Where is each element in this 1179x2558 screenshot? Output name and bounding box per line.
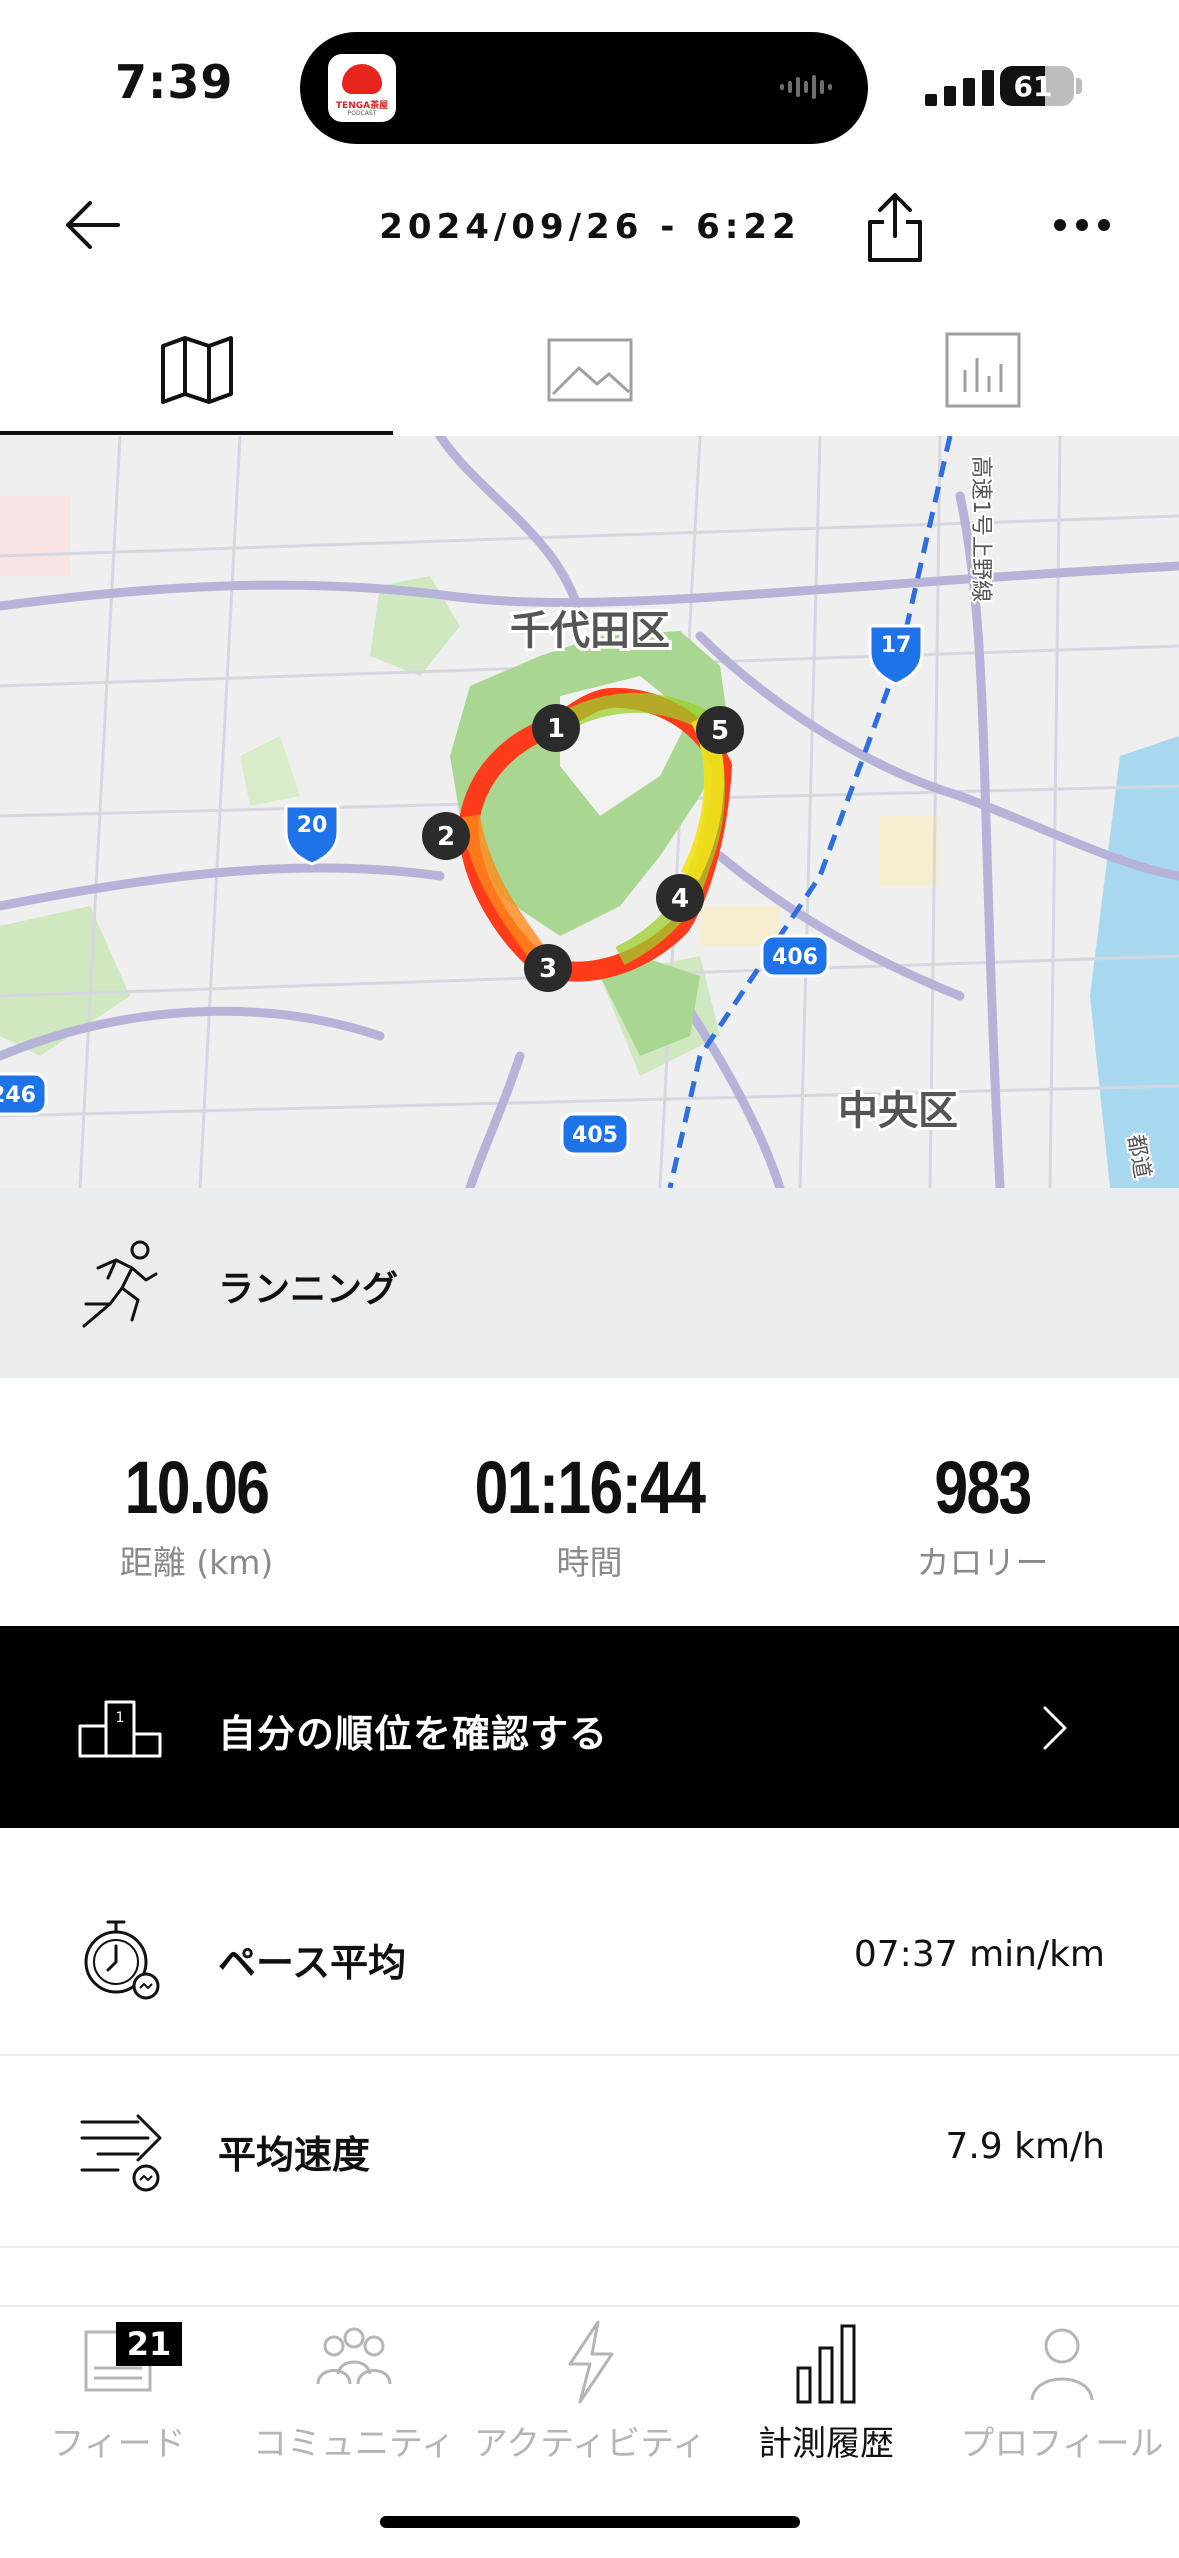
lightning-icon <box>568 2320 614 2404</box>
nav-profile-label: プロフィール <box>960 2424 1164 2464</box>
route-marker-label: 1 <box>547 714 565 744</box>
more-options-icon[interactable] <box>1052 215 1112 235</box>
distance-label: 距離 (km) <box>119 1543 274 1582</box>
route-shield-405: 405 <box>560 1112 630 1156</box>
tab-chart[interactable] <box>786 320 1179 436</box>
podcast-app-sub: PODCAST <box>347 110 377 117</box>
route-shield-label: 406 <box>772 945 818 970</box>
back-arrow-icon[interactable] <box>60 195 130 255</box>
nav-activity-label: アクティビティ <box>473 2424 707 2464</box>
route-map[interactable]: 1 2 3 4 5 17 20 406 405 246 千代田区 中央区 高速1… <box>0 436 1179 1188</box>
activity-type-label: ランニング <box>218 1269 399 1310</box>
route-shield-246: 246 <box>0 1072 48 1116</box>
map-label-chiyoda: 千代田区 <box>510 608 670 654</box>
stat-calories: 983 カロリー <box>786 1445 1179 1584</box>
speed-icon <box>80 2114 162 2192</box>
podium-icon: 1 <box>78 1700 162 1758</box>
tab-map[interactable] <box>0 320 393 436</box>
nav-feed-label: フィード <box>50 2424 186 2464</box>
stat-distance: 10.06 距離 (km) <box>0 1445 393 1584</box>
bar-chart-icon <box>796 2324 856 2404</box>
tab-photo[interactable] <box>393 320 786 436</box>
map-icon <box>160 336 233 404</box>
nav-history-label: 計測履歴 <box>758 2424 894 2464</box>
metric-speed-row: 平均速度 7.9 km/h <box>0 2054 1179 2248</box>
feed-badge: 21 <box>116 2322 182 2366</box>
map-label-expressway: 高速1号上野線 <box>968 456 993 602</box>
battery-cap <box>1076 78 1082 94</box>
calories-value: 983 <box>934 1446 1032 1529</box>
battery-icon: 61 <box>1000 66 1074 106</box>
nav-community-label: コミュニティ <box>253 2424 455 2464</box>
status-time: 7:39 <box>115 55 234 109</box>
photo-icon <box>547 338 632 402</box>
duration-label: 時間 <box>556 1543 623 1582</box>
svg-text:1: 1 <box>116 1710 125 1726</box>
dynamic-island[interactable]: TENGA茶屋 PODCAST <box>300 32 868 144</box>
metric-pace-row: ペース平均 07:37 min/km <box>0 1862 1179 2056</box>
nav-community[interactable]: コミュニティ <box>236 2318 472 2468</box>
route-shield-406: 406 <box>760 934 830 978</box>
nav-history[interactable]: 計測履歴 <box>708 2318 944 2468</box>
route-marker-4: 4 <box>656 874 704 922</box>
route-shield-label: 20 <box>297 813 328 838</box>
metric-pace-name: ペース平均 <box>218 1941 407 1985</box>
stat-duration: 01:16:44 時間 <box>393 1445 786 1584</box>
chevron-right-icon <box>1043 1706 1067 1750</box>
audio-waveform-icon <box>780 75 832 99</box>
nav-activity[interactable]: アクティビティ <box>472 2318 708 2468</box>
metric-pace-value: 07:37 min/km <box>853 1934 1105 1975</box>
share-icon[interactable] <box>862 190 928 264</box>
podcast-app-icon: TENGA茶屋 PODCAST <box>328 54 396 122</box>
route-marker-label: 5 <box>711 716 729 746</box>
route-marker-2: 2 <box>422 812 470 860</box>
active-tab-indicator <box>0 431 393 435</box>
stopwatch-icon <box>84 1920 160 2000</box>
route-shield-label: 246 <box>0 1083 36 1108</box>
route-shield-label: 17 <box>881 633 912 658</box>
map-label-chuo: 中央区 <box>838 1088 958 1134</box>
activity-type-row <box>0 1188 1179 1378</box>
community-icon <box>316 2327 392 2385</box>
metric-speed-name: 平均速度 <box>218 2133 371 2177</box>
route-shield-label: 405 <box>572 1123 618 1148</box>
runner-icon <box>82 1240 158 1328</box>
page-title: 2024/09/26 - 6:22 <box>379 207 801 247</box>
check-rank-label: 自分の順位を確認する <box>218 1712 609 1756</box>
calories-label: カロリー <box>916 1543 1049 1582</box>
route-marker-1: 1 <box>532 704 580 752</box>
metric-speed-value: 7.9 km/h <box>945 2126 1105 2167</box>
chart-icon <box>945 332 1020 408</box>
route-marker-label: 2 <box>437 822 455 852</box>
route-marker-label: 4 <box>671 884 689 914</box>
cellular-signal-icon <box>925 70 994 106</box>
route-marker-5: 5 <box>696 706 744 754</box>
battery-percent: 61 <box>1013 70 1053 103</box>
route-marker-3: 3 <box>524 944 572 992</box>
distance-value: 10.06 <box>124 1446 270 1529</box>
route-marker-label: 3 <box>539 954 557 984</box>
duration-value: 01:16:44 <box>474 1446 706 1529</box>
profile-icon <box>1030 2328 1094 2401</box>
home-indicator[interactable] <box>380 2516 800 2528</box>
nav-profile[interactable]: プロフィール <box>944 2318 1179 2468</box>
